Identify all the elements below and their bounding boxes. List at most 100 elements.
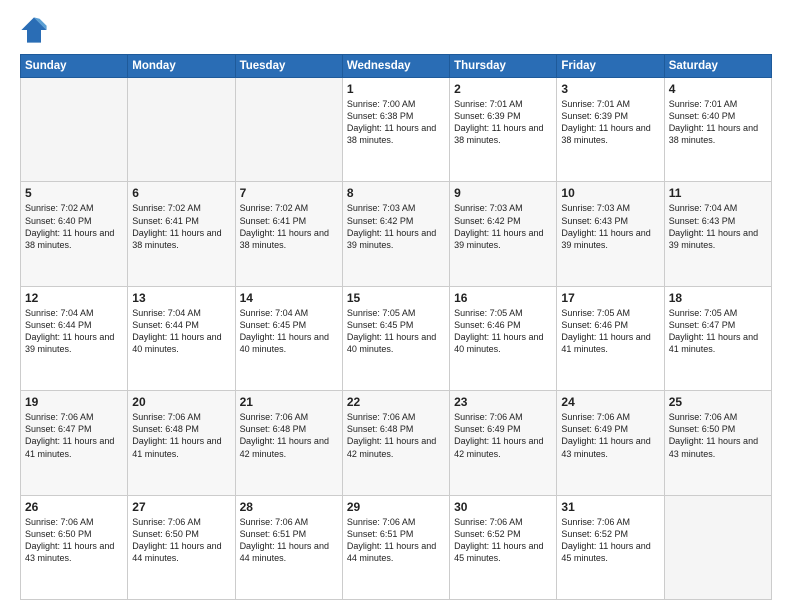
day-info: Sunrise: 7:03 AMSunset: 6:42 PMDaylight:… xyxy=(454,202,552,251)
day-info: Sunrise: 7:06 AMSunset: 6:48 PMDaylight:… xyxy=(240,411,338,460)
day-number: 21 xyxy=(240,395,338,409)
day-number: 22 xyxy=(347,395,445,409)
day-info: Sunrise: 7:06 AMSunset: 6:52 PMDaylight:… xyxy=(454,516,552,565)
calendar-week-row: 26 Sunrise: 7:06 AMSunset: 6:50 PMDayligh… xyxy=(21,495,772,599)
day-info: Sunrise: 7:03 AMSunset: 6:42 PMDaylight:… xyxy=(347,202,445,251)
day-number: 19 xyxy=(25,395,123,409)
calendar-day-cell: 17 Sunrise: 7:05 AMSunset: 6:46 PMDayligh… xyxy=(557,286,664,390)
day-number: 27 xyxy=(132,500,230,514)
day-info: Sunrise: 7:02 AMSunset: 6:40 PMDaylight:… xyxy=(25,202,123,251)
calendar-day-cell: 10 Sunrise: 7:03 AMSunset: 6:43 PMDayligh… xyxy=(557,182,664,286)
day-info: Sunrise: 7:06 AMSunset: 6:49 PMDaylight:… xyxy=(561,411,659,460)
calendar-day-cell xyxy=(128,78,235,182)
calendar-table: SundayMondayTuesdayWednesdayThursdayFrid… xyxy=(20,54,772,600)
calendar-day-cell xyxy=(664,495,771,599)
day-number: 12 xyxy=(25,291,123,305)
calendar-week-row: 5 Sunrise: 7:02 AMSunset: 6:40 PMDaylight… xyxy=(21,182,772,286)
calendar-day-cell xyxy=(21,78,128,182)
day-info: Sunrise: 7:05 AMSunset: 6:45 PMDaylight:… xyxy=(347,307,445,356)
day-info: Sunrise: 7:02 AMSunset: 6:41 PMDaylight:… xyxy=(240,202,338,251)
day-info: Sunrise: 7:05 AMSunset: 6:46 PMDaylight:… xyxy=(561,307,659,356)
calendar-day-cell: 6 Sunrise: 7:02 AMSunset: 6:41 PMDaylight… xyxy=(128,182,235,286)
day-number: 7 xyxy=(240,186,338,200)
day-number: 8 xyxy=(347,186,445,200)
day-info: Sunrise: 7:06 AMSunset: 6:50 PMDaylight:… xyxy=(132,516,230,565)
day-number: 18 xyxy=(669,291,767,305)
weekday-header: Sunday xyxy=(21,55,128,78)
calendar-day-cell: 24 Sunrise: 7:06 AMSunset: 6:49 PMDayligh… xyxy=(557,391,664,495)
day-number: 14 xyxy=(240,291,338,305)
calendar-day-cell: 8 Sunrise: 7:03 AMSunset: 6:42 PMDaylight… xyxy=(342,182,449,286)
day-info: Sunrise: 7:02 AMSunset: 6:41 PMDaylight:… xyxy=(132,202,230,251)
day-number: 16 xyxy=(454,291,552,305)
calendar-week-row: 1 Sunrise: 7:00 AMSunset: 6:38 PMDaylight… xyxy=(21,78,772,182)
calendar-day-cell: 28 Sunrise: 7:06 AMSunset: 6:51 PMDayligh… xyxy=(235,495,342,599)
day-number: 1 xyxy=(347,82,445,96)
day-number: 25 xyxy=(669,395,767,409)
day-number: 24 xyxy=(561,395,659,409)
day-number: 23 xyxy=(454,395,552,409)
calendar-day-cell: 21 Sunrise: 7:06 AMSunset: 6:48 PMDayligh… xyxy=(235,391,342,495)
calendar-header-row: SundayMondayTuesdayWednesdayThursdayFrid… xyxy=(21,55,772,78)
day-number: 31 xyxy=(561,500,659,514)
day-info: Sunrise: 7:01 AMSunset: 6:39 PMDaylight:… xyxy=(454,98,552,147)
calendar-day-cell xyxy=(235,78,342,182)
day-number: 2 xyxy=(454,82,552,96)
day-info: Sunrise: 7:06 AMSunset: 6:50 PMDaylight:… xyxy=(669,411,767,460)
day-number: 28 xyxy=(240,500,338,514)
page: SundayMondayTuesdayWednesdayThursdayFrid… xyxy=(0,0,792,612)
day-info: Sunrise: 7:06 AMSunset: 6:48 PMDaylight:… xyxy=(347,411,445,460)
calendar-day-cell: 5 Sunrise: 7:02 AMSunset: 6:40 PMDaylight… xyxy=(21,182,128,286)
calendar-day-cell: 18 Sunrise: 7:05 AMSunset: 6:47 PMDayligh… xyxy=(664,286,771,390)
calendar-day-cell: 13Sunrise: 7:04 AMSunset: 6:44 PMDayligh… xyxy=(128,286,235,390)
day-number: 11 xyxy=(669,186,767,200)
calendar-day-cell: 16 Sunrise: 7:05 AMSunset: 6:46 PMDayligh… xyxy=(450,286,557,390)
calendar-day-cell: 4Sunrise: 7:01 AMSunset: 6:40 PMDaylight… xyxy=(664,78,771,182)
calendar-day-cell: 27 Sunrise: 7:06 AMSunset: 6:50 PMDayligh… xyxy=(128,495,235,599)
calendar-day-cell: 15 Sunrise: 7:05 AMSunset: 6:45 PMDayligh… xyxy=(342,286,449,390)
day-number: 29 xyxy=(347,500,445,514)
day-info: Sunrise: 7:05 AMSunset: 6:46 PMDaylight:… xyxy=(454,307,552,356)
day-info: Sunrise: 7:06 AMSunset: 6:50 PMDaylight:… xyxy=(25,516,123,565)
day-info: Sunrise: 7:06 AMSunset: 6:52 PMDaylight:… xyxy=(561,516,659,565)
day-number: 9 xyxy=(454,186,552,200)
day-number: 3 xyxy=(561,82,659,96)
day-info: Sunrise: 7:04 AMSunset: 6:44 PMDaylight:… xyxy=(132,307,230,356)
day-number: 26 xyxy=(25,500,123,514)
calendar-day-cell: 19Sunrise: 7:06 AMSunset: 6:47 PMDayligh… xyxy=(21,391,128,495)
calendar-day-cell: 25 Sunrise: 7:06 AMSunset: 6:50 PMDayligh… xyxy=(664,391,771,495)
day-number: 5 xyxy=(25,186,123,200)
header xyxy=(20,16,772,44)
day-info: Sunrise: 7:06 AMSunset: 6:48 PMDaylight:… xyxy=(132,411,230,460)
logo-icon xyxy=(20,16,48,44)
day-info: Sunrise: 7:04 AMSunset: 6:44 PMDaylight:… xyxy=(25,307,123,356)
calendar-day-cell: 22 Sunrise: 7:06 AMSunset: 6:48 PMDayligh… xyxy=(342,391,449,495)
calendar-day-cell: 20Sunrise: 7:06 AMSunset: 6:48 PMDayligh… xyxy=(128,391,235,495)
calendar-week-row: 12 Sunrise: 7:04 AMSunset: 6:44 PMDayligh… xyxy=(21,286,772,390)
day-info: Sunrise: 7:03 AMSunset: 6:43 PMDaylight:… xyxy=(561,202,659,251)
day-info: Sunrise: 7:06 AMSunset: 6:49 PMDaylight:… xyxy=(454,411,552,460)
calendar-day-cell: 11Sunrise: 7:04 AMSunset: 6:43 PMDayligh… xyxy=(664,182,771,286)
day-number: 15 xyxy=(347,291,445,305)
day-info: Sunrise: 7:04 AMSunset: 6:45 PMDaylight:… xyxy=(240,307,338,356)
calendar-day-cell: 23 Sunrise: 7:06 AMSunset: 6:49 PMDayligh… xyxy=(450,391,557,495)
calendar-day-cell: 7 Sunrise: 7:02 AMSunset: 6:41 PMDaylight… xyxy=(235,182,342,286)
day-info: Sunrise: 7:05 AMSunset: 6:47 PMDaylight:… xyxy=(669,307,767,356)
day-number: 17 xyxy=(561,291,659,305)
weekday-header: Thursday xyxy=(450,55,557,78)
weekday-header: Saturday xyxy=(664,55,771,78)
day-number: 10 xyxy=(561,186,659,200)
calendar-day-cell: 1 Sunrise: 7:00 AMSunset: 6:38 PMDaylight… xyxy=(342,78,449,182)
day-info: Sunrise: 7:00 AMSunset: 6:38 PMDaylight:… xyxy=(347,98,445,147)
calendar-day-cell: 26 Sunrise: 7:06 AMSunset: 6:50 PMDayligh… xyxy=(21,495,128,599)
day-number: 6 xyxy=(132,186,230,200)
day-number: 4 xyxy=(669,82,767,96)
calendar-day-cell: 30 Sunrise: 7:06 AMSunset: 6:52 PMDayligh… xyxy=(450,495,557,599)
calendar-day-cell: 12 Sunrise: 7:04 AMSunset: 6:44 PMDayligh… xyxy=(21,286,128,390)
calendar-day-cell: 29Sunrise: 7:06 AMSunset: 6:51 PMDayligh… xyxy=(342,495,449,599)
day-number: 30 xyxy=(454,500,552,514)
weekday-header: Wednesday xyxy=(342,55,449,78)
calendar-day-cell: 2 Sunrise: 7:01 AMSunset: 6:39 PMDaylight… xyxy=(450,78,557,182)
day-info: Sunrise: 7:06 AMSunset: 6:51 PMDaylight:… xyxy=(240,516,338,565)
calendar-day-cell: 31 Sunrise: 7:06 AMSunset: 6:52 PMDayligh… xyxy=(557,495,664,599)
